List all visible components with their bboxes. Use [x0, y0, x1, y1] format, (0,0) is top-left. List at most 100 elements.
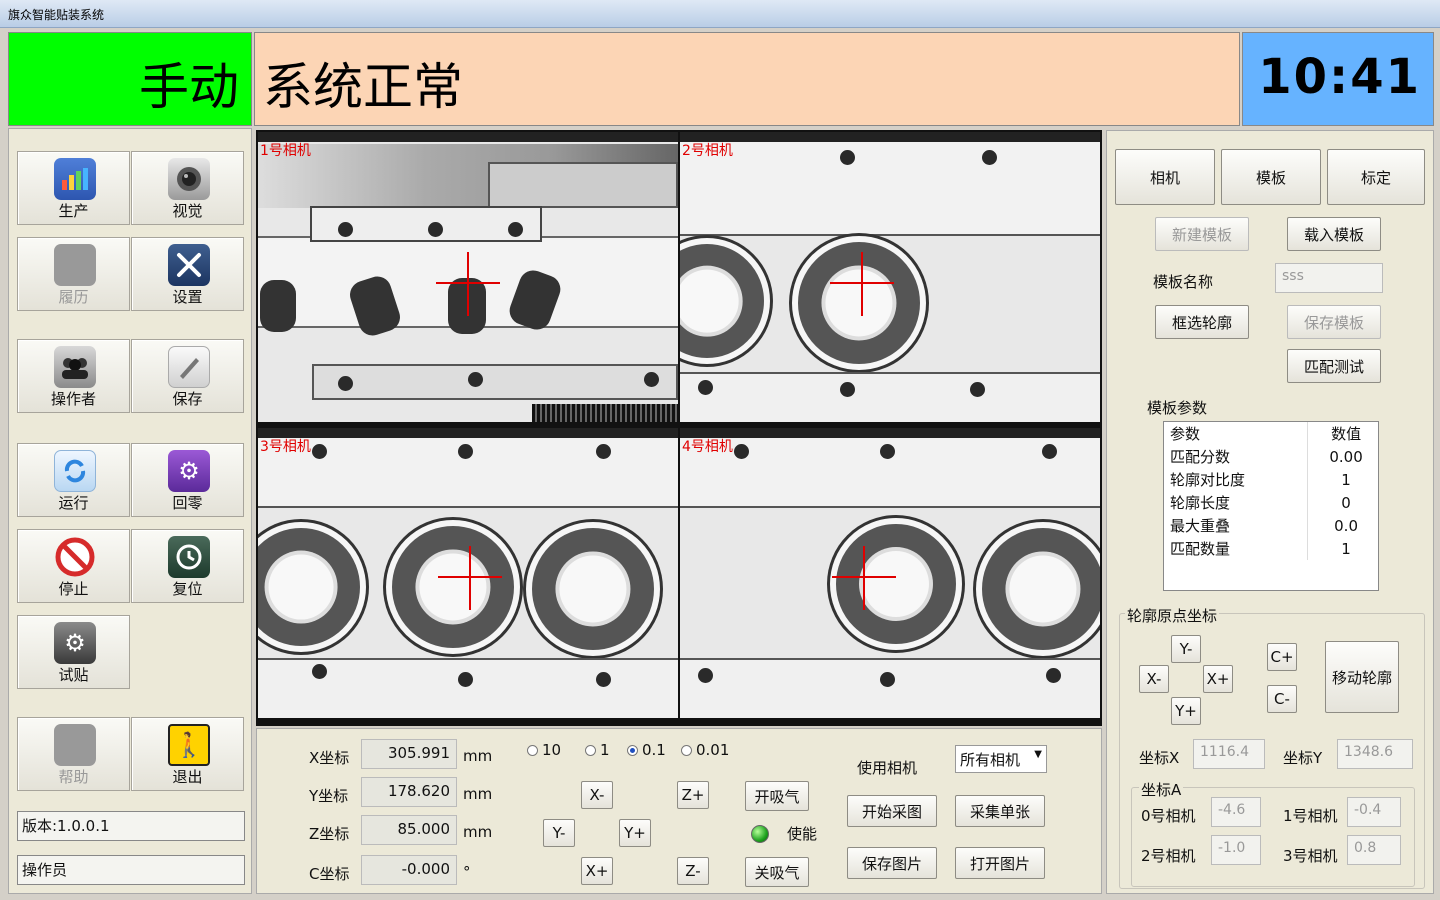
cam1-field[interactable]: -0.4: [1347, 797, 1401, 827]
move-contour-button[interactable]: 移动轮廓: [1325, 641, 1399, 713]
jog-y-minus-button[interactable]: Y-: [543, 819, 575, 847]
save-template-button[interactable]: 保存模板: [1287, 305, 1381, 339]
vacuum-open-button[interactable]: 开吸气: [745, 781, 809, 811]
production-button[interactable]: 生产: [17, 151, 130, 225]
jog-z-plus-button[interactable]: Z+: [677, 781, 709, 809]
capture-single-button[interactable]: 采集单张: [955, 795, 1045, 827]
pen-icon: [168, 346, 210, 388]
jog-y-plus-button[interactable]: Y+: [619, 819, 651, 847]
origin-c-plus-button[interactable]: C+: [1267, 643, 1297, 671]
home-button[interactable]: ⚙ 回零: [131, 443, 244, 517]
save-image-button[interactable]: 保存图片: [847, 847, 937, 879]
hole: [596, 672, 611, 687]
table-row[interactable]: 轮廓对比度 1: [1164, 468, 1378, 491]
mode-text: 手动: [139, 58, 239, 116]
history-button[interactable]: 履历: [17, 237, 130, 311]
vision-button[interactable]: 视觉: [131, 151, 244, 225]
operator-button[interactable]: 操作者: [17, 339, 130, 413]
step-option-label: 0.01: [696, 741, 730, 759]
enable-label: 使能: [787, 825, 818, 843]
enable-led-icon: [751, 825, 769, 843]
trial-place-button[interactable]: ⚙ 试贴: [17, 615, 130, 689]
camera-view-1[interactable]: 1号相机: [258, 132, 678, 422]
cam2-field[interactable]: -1.0: [1211, 835, 1261, 865]
ring-part: [258, 522, 366, 652]
tab-calibration[interactable]: 标定: [1327, 149, 1425, 205]
ring-part: [830, 518, 962, 650]
gear-icon: ⚙: [168, 450, 210, 492]
step-option-label: 10: [542, 741, 562, 759]
stop-button[interactable]: 停止: [17, 529, 130, 603]
camera-label-4: 4号相机: [682, 439, 733, 455]
hole: [1046, 668, 1061, 683]
select-contour-button[interactable]: 框选轮廓: [1155, 305, 1249, 339]
hole: [338, 222, 353, 237]
hole: [698, 668, 713, 683]
coord-x-label: 坐标X: [1139, 749, 1180, 767]
radio-icon: [585, 745, 596, 756]
operator-label: 操作者: [50, 390, 96, 408]
camera-header-bar: [258, 132, 678, 142]
origin-x-plus-button[interactable]: X+: [1203, 665, 1233, 693]
camera-view-3[interactable]: 3号相机: [258, 428, 678, 718]
template-panel: 相机 模板 标定 新建模板 载入模板 模板名称 sss 框选轮廓 保存模板 匹配…: [1106, 130, 1434, 894]
table-row[interactable]: 匹配数量 1: [1164, 537, 1378, 560]
template-name-field[interactable]: sss: [1275, 263, 1383, 293]
table-row[interactable]: 最大重叠 0.0: [1164, 514, 1378, 537]
camera-header-bar: [258, 428, 678, 438]
vacuum-close-button[interactable]: 关吸气: [745, 857, 809, 887]
origin-c-minus-button[interactable]: C-: [1267, 685, 1297, 713]
tools-icon: [168, 244, 210, 286]
ring-part: [792, 236, 926, 370]
ring-part: [526, 522, 660, 656]
coord-y-field[interactable]: 1348.6: [1337, 739, 1413, 769]
reset-button[interactable]: 复位: [131, 529, 244, 603]
save-button[interactable]: 保存: [131, 339, 244, 413]
step-option-10[interactable]: 10: [527, 741, 561, 759]
tab-camera[interactable]: 相机: [1115, 149, 1215, 205]
table-row[interactable]: 匹配分数 0.00: [1164, 445, 1378, 468]
jog-z-minus-button[interactable]: Z-: [677, 857, 709, 885]
table-header-row: 参数 数值: [1164, 422, 1378, 445]
open-image-button[interactable]: 打开图片: [955, 847, 1045, 879]
new-template-button[interactable]: 新建模板: [1155, 217, 1249, 251]
camera-label-1: 1号相机: [260, 143, 311, 159]
param-value: 1: [1341, 539, 1351, 558]
coord-y-label: 坐标Y: [1283, 749, 1323, 767]
help-button[interactable]: 帮助: [17, 717, 130, 791]
param-name: 匹配分数: [1164, 445, 1309, 468]
jog-x-minus-button[interactable]: X-: [581, 781, 613, 809]
stop-icon: [54, 536, 96, 578]
window-title: 旗众智能贴装系统: [8, 8, 105, 22]
step-option-0.01[interactable]: 0.01: [681, 741, 729, 759]
cam3-field[interactable]: 0.8: [1347, 835, 1401, 865]
cam0-field[interactable]: -4.6: [1211, 797, 1261, 827]
camera-view-4[interactable]: 4号相机: [680, 428, 1100, 718]
y-coord-label: Y坐标: [309, 787, 349, 805]
table-header-cell: 数值: [1331, 425, 1362, 443]
jog-x-plus-button[interactable]: X+: [581, 857, 613, 885]
camera-view-2[interactable]: 2号相机: [680, 132, 1100, 422]
z-coord-label: Z坐标: [309, 825, 350, 843]
load-template-button[interactable]: 载入模板: [1287, 217, 1381, 251]
origin-y-minus-button[interactable]: Y-: [1171, 635, 1201, 663]
crosshair: [861, 252, 863, 316]
settings-button[interactable]: 设置: [131, 237, 244, 311]
table-row[interactable]: 轮廓长度 0: [1164, 491, 1378, 514]
start-capture-button[interactable]: 开始采图: [847, 795, 937, 827]
exit-button[interactable]: 🚶 退出: [131, 717, 244, 791]
motion-panel: X坐标 305.991 mm Y坐标 178.620 mm Z坐标 85.000…: [256, 728, 1102, 894]
x-coord-unit: mm: [463, 747, 493, 765]
run-button[interactable]: 运行: [17, 443, 130, 517]
origin-y-plus-button[interactable]: Y+: [1171, 697, 1201, 725]
coord-x-field[interactable]: 1116.4: [1193, 739, 1265, 769]
step-option-1[interactable]: 1: [585, 741, 610, 759]
origin-x-minus-button[interactable]: X-: [1139, 665, 1169, 693]
tab-template[interactable]: 模板: [1221, 149, 1321, 205]
step-option-0.1[interactable]: 0.1: [627, 741, 666, 759]
hole: [596, 444, 611, 459]
reset-label: 复位: [172, 580, 203, 598]
match-test-button[interactable]: 匹配测试: [1287, 349, 1381, 383]
hole: [1042, 444, 1057, 459]
camera-select[interactable]: 所有相机 ▼: [955, 745, 1047, 773]
